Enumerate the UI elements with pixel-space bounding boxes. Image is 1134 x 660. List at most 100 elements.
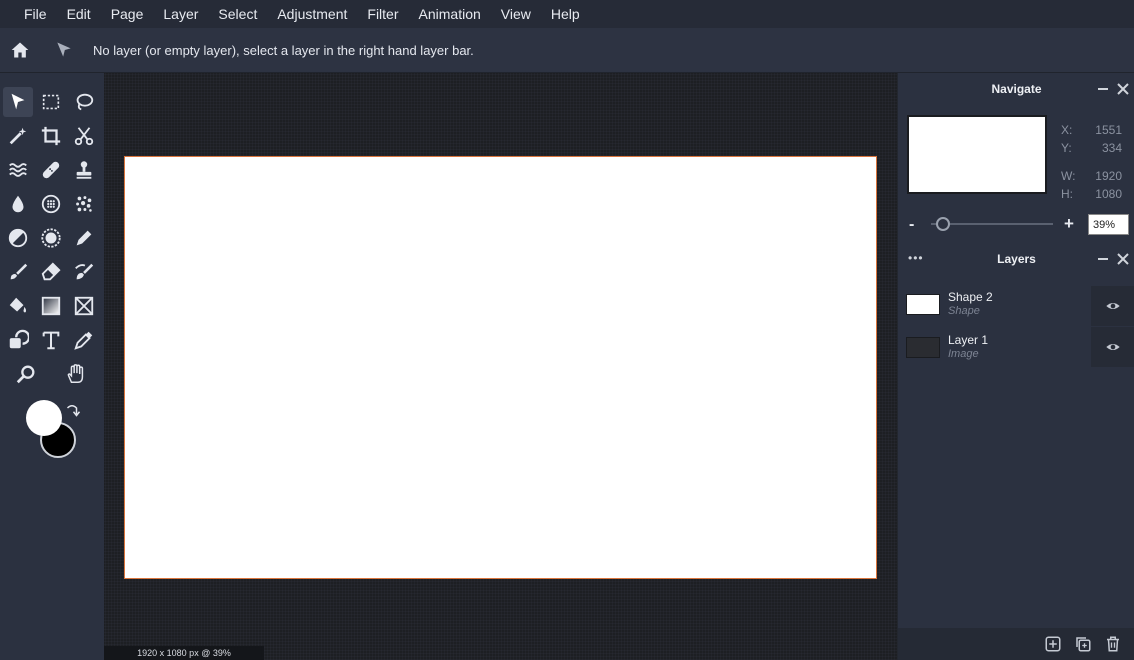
menu-edit[interactable]: Edit [57, 0, 101, 28]
clone-tool[interactable] [3, 325, 33, 355]
blur-tool[interactable] [3, 189, 33, 219]
menu-view[interactable]: View [491, 0, 541, 28]
stamp-icon [76, 161, 92, 179]
dodge-tool[interactable] [3, 223, 33, 253]
pen-tool[interactable] [69, 223, 99, 253]
layers-close-icon[interactable] [1116, 252, 1130, 266]
layer-row-layer-1[interactable]: Layer 1 Image [898, 329, 1098, 369]
nav-x-label: X: [1061, 123, 1073, 137]
sun-icon [41, 228, 61, 248]
sponge-tool[interactable] [36, 189, 66, 219]
nav-w-value: 1920 [1095, 169, 1122, 183]
navigator-preview[interactable] [907, 115, 1047, 194]
status-message: No layer (or empty layer), select a laye… [93, 42, 474, 58]
spray-tool[interactable] [69, 189, 99, 219]
move-pointer-icon[interactable] [52, 38, 76, 62]
droplet-icon [12, 195, 24, 213]
menu-file[interactable]: File [14, 0, 57, 28]
arrow-cursor-icon [11, 93, 25, 110]
layer-type: Image [948, 348, 979, 360]
nav-h-label: H: [1061, 187, 1073, 201]
menu-layer[interactable]: Layer [153, 0, 208, 28]
hand-icon [67, 364, 84, 383]
nav-w-label: W: [1061, 169, 1076, 183]
stamp-tool[interactable] [69, 155, 99, 185]
zoom-level-input[interactable] [1088, 214, 1129, 235]
text-tool[interactable] [36, 325, 66, 355]
nav-h-value: 1080 [1095, 187, 1122, 201]
layers-menu-dots[interactable]: ••• [908, 251, 924, 265]
layer-visibility-eye-icon[interactable] [1091, 327, 1134, 367]
menu-page[interactable]: Page [101, 0, 154, 28]
hand-tool[interactable] [61, 359, 91, 389]
zoom-tool[interactable] [11, 359, 41, 389]
foreground-color-swatch[interactable] [26, 400, 62, 436]
layers-title: Layers [997, 252, 1036, 266]
navigate-close-icon[interactable] [1116, 82, 1130, 96]
burn-tool[interactable] [36, 223, 66, 253]
spray-dots-icon [76, 196, 92, 212]
nav-y-label: Y: [1061, 141, 1072, 155]
heal-tool[interactable] [36, 155, 66, 185]
brush-icon [10, 263, 28, 280]
marquee-icon [42, 94, 60, 110]
liquify-tool[interactable] [3, 155, 33, 185]
sponge-icon [41, 194, 61, 214]
rect-select-tool[interactable] [36, 87, 66, 117]
magnifier-icon [16, 365, 35, 384]
cut-tool[interactable] [69, 121, 99, 151]
bandage-icon [42, 161, 60, 179]
document-canvas[interactable] [124, 156, 877, 579]
layers-minimize-icon[interactable] [1096, 252, 1110, 266]
duplicate-layer-icon[interactable] [1074, 635, 1092, 653]
shape-x-box-icon [74, 296, 94, 316]
zoom-in-button[interactable]: + [1064, 214, 1074, 234]
layer-visibility-eye-icon[interactable] [1091, 286, 1134, 326]
text-t-icon [42, 331, 60, 350]
canvas-size-label: 1920 x 1080 px @ 39% [104, 646, 264, 660]
navigate-title: Navigate [991, 82, 1042, 96]
layer-name: Shape 2 [948, 290, 993, 304]
menu-adjustment[interactable]: Adjustment [267, 0, 357, 28]
move-tool[interactable] [3, 87, 33, 117]
tools-panel [0, 73, 104, 660]
fill-tool[interactable] [3, 291, 33, 321]
magic-wand-icon [9, 127, 27, 145]
zoom-out-button[interactable]: - [909, 216, 914, 234]
layer-thumbnail [906, 294, 940, 315]
layer-type: Shape [948, 305, 980, 317]
swap-colors-icon[interactable] [63, 402, 81, 420]
eraser-tool[interactable] [36, 257, 66, 287]
magic-wand-tool[interactable] [3, 121, 33, 151]
eraser-icon [41, 262, 61, 281]
lasso-tool[interactable] [69, 87, 99, 117]
menu-help[interactable]: Help [541, 0, 590, 28]
layers-footer [898, 628, 1134, 660]
delete-layer-icon[interactable] [1104, 635, 1122, 653]
navigate-minimize-icon[interactable] [1096, 82, 1110, 96]
layer-name: Layer 1 [948, 333, 989, 347]
eyedropper-tool[interactable] [69, 325, 99, 355]
waves-icon [9, 163, 27, 177]
shape-tool[interactable] [69, 291, 99, 321]
zoom-slider-handle[interactable] [936, 217, 951, 231]
clone-shapes-icon [9, 329, 29, 349]
add-layer-icon[interactable] [1044, 635, 1062, 653]
menu-animation[interactable]: Animation [409, 0, 491, 28]
layer-thumbnail [906, 337, 940, 358]
gradient-tool[interactable] [36, 291, 66, 321]
scissors-icon [74, 127, 94, 146]
nav-y-value: 334 [1101, 141, 1122, 155]
canvas-workspace[interactable]: 1920 x 1080 px @ 39% [104, 73, 897, 660]
menu-bar: File Edit Page Layer Select Adjustment F… [0, 0, 1134, 28]
layer-row-shape-2[interactable]: Shape 2 Shape [898, 286, 1098, 326]
home-icon[interactable] [8, 38, 32, 62]
right-sidebar: Navigate X: 1551 Y: 334 W: 1920 H: 1080 … [897, 73, 1134, 660]
menu-filter[interactable]: Filter [357, 0, 408, 28]
menu-select[interactable]: Select [208, 0, 267, 28]
gradient-icon [41, 296, 61, 316]
smudge-icon [75, 263, 94, 280]
brush-tool[interactable] [3, 257, 33, 287]
crop-tool[interactable] [36, 121, 66, 151]
smudge-tool[interactable] [69, 257, 99, 287]
